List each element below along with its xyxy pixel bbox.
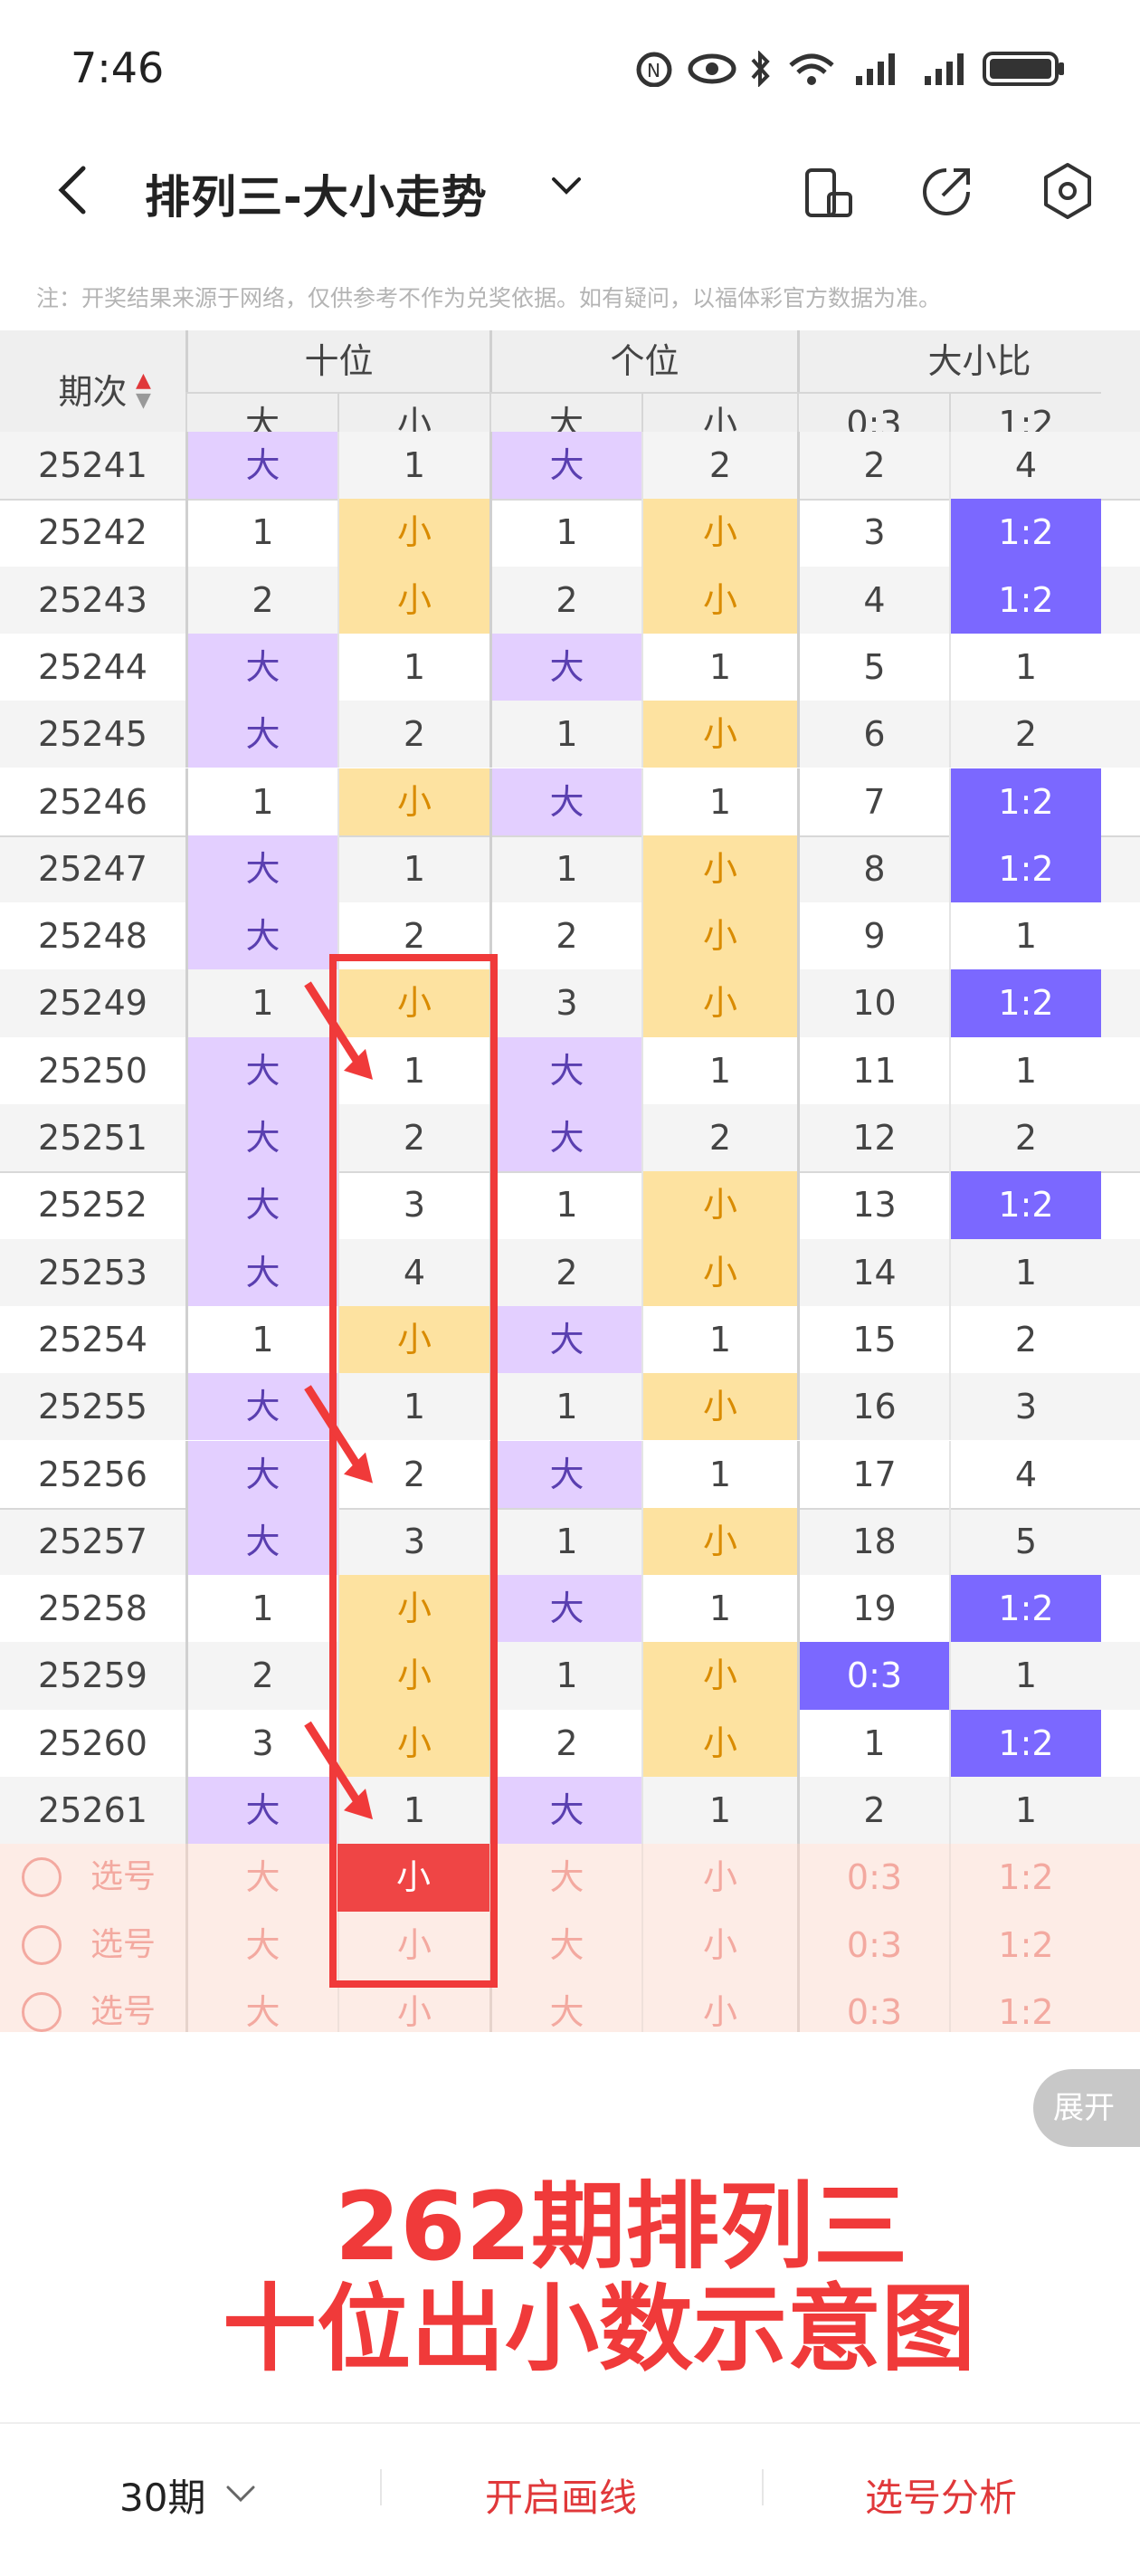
page-title[interactable]: 排列三-大小走势: [145, 161, 488, 226]
signal-icon-2: [925, 53, 964, 85]
annotation-arrow: [304, 1385, 366, 1475]
battery-icon: [983, 52, 1064, 86]
divider: [380, 2469, 382, 2505]
trend-table: 期次 ▲ ▼ 十位大小个位大小大小比 0:3 1:2 25241 大 1 大 2 2 4 25242 1 小…: [0, 330, 1140, 2032]
svg-text:N: N: [647, 60, 660, 81]
expand-button[interactable]: 展开: [1033, 2069, 1140, 2147]
share-icon[interactable]: [919, 165, 974, 219]
signal-icon-1: [856, 53, 895, 85]
annotation-arrow: [304, 981, 366, 1072]
period-select[interactable]: 30期: [119, 2467, 205, 2523]
bottom-bar: 30期 开启画线 选号分析: [0, 2422, 1140, 2576]
draw-line-button[interactable]: 开启画线: [485, 2467, 637, 2523]
settings-icon[interactable]: [1040, 161, 1095, 221]
annotation-arrows: [304, 981, 373, 1820]
rotate-screen-icon[interactable]: [803, 167, 854, 221]
back-icon[interactable]: [54, 163, 90, 217]
annotation-arrow: [304, 1721, 366, 1811]
divider: [762, 2469, 764, 2505]
status-time: 7:46: [71, 43, 165, 92]
selection-analysis-button[interactable]: 选号分析: [865, 2467, 1017, 2523]
alarm-icon: N: [636, 52, 672, 87]
eye-icon: [688, 53, 736, 84]
chevron-down-icon[interactable]: [223, 2480, 259, 2507]
wifi-icon: [789, 53, 834, 85]
bluetooth-icon: [751, 51, 770, 87]
annotation-line2: 十位出小数示意图: [223, 2274, 976, 2384]
chevron-down-icon[interactable]: [548, 172, 584, 199]
disclaimer-notice: 注：开奖结果来源于网络，仅供参考不作为兑奖依据。如有疑问，以福体彩官方数据为准。: [36, 285, 942, 311]
